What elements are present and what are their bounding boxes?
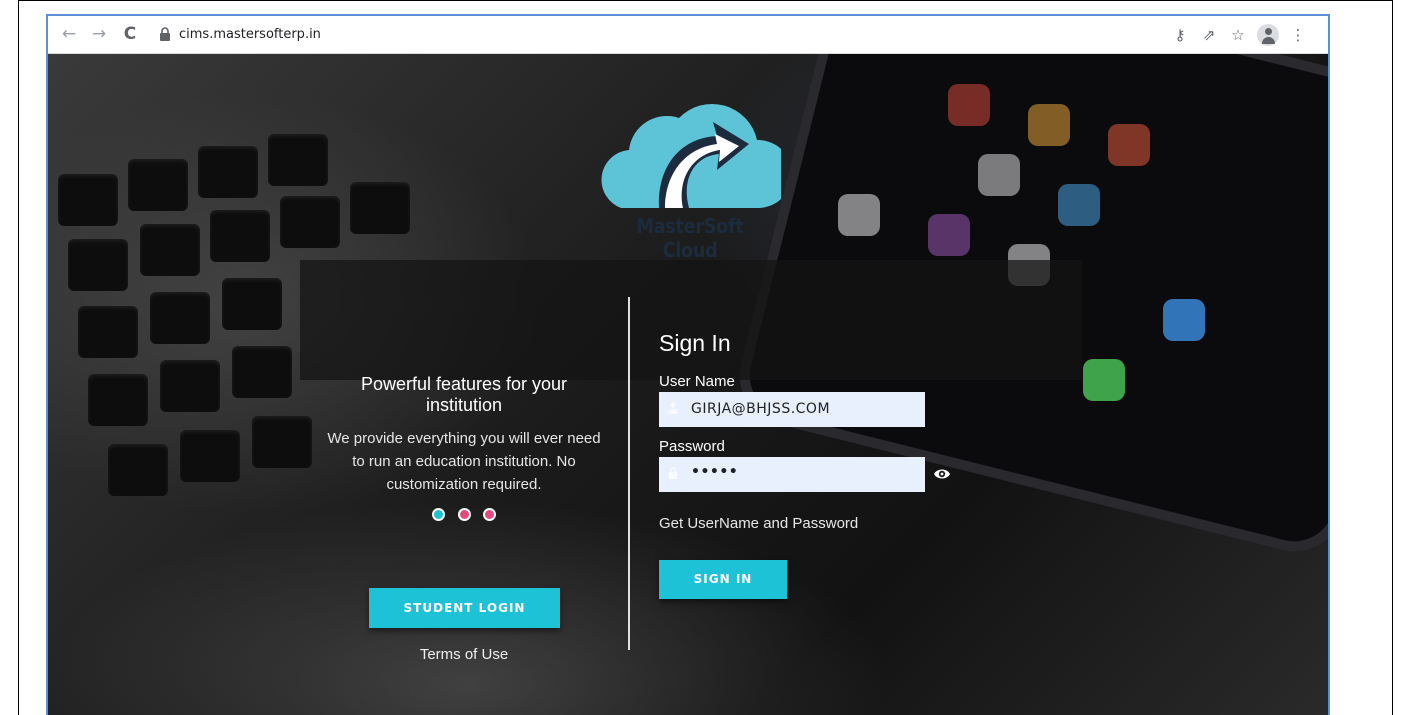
brand-name: MasterSoft Cloud — [636, 214, 744, 262]
panel-divider — [628, 297, 630, 650]
profile-avatar-icon[interactable] — [1257, 24, 1279, 46]
password-key-icon[interactable]: ⚷ — [1170, 25, 1190, 45]
back-icon[interactable]: ← — [60, 25, 78, 43]
document-frame-top — [18, 0, 1393, 1]
promo-headline: Powerful features for your institution — [360, 374, 568, 415]
bookmark-star-icon[interactable]: ☆ — [1228, 25, 1248, 45]
carousel-dots — [326, 508, 602, 522]
reload-icon[interactable]: C — [121, 25, 139, 43]
student-login-button[interactable]: STUDENT LOGIN — [369, 588, 560, 628]
carousel-dot-3[interactable] — [482, 508, 496, 521]
username-label: User Name — [659, 373, 735, 390]
browser-toolbar: ← → C cims.mastersofterp.in ⚷ ⇗ ☆ ⋮ — [48, 16, 1328, 54]
get-credentials-link[interactable]: Get UserName and Password — [659, 515, 858, 532]
document-frame-left — [18, 0, 19, 715]
address-bar[interactable]: cims.mastersofterp.in — [179, 27, 321, 42]
hero-overlay — [300, 260, 1082, 380]
carousel-dot-1[interactable] — [432, 508, 446, 521]
password-label: Password — [659, 438, 725, 455]
show-password-eye-icon[interactable] — [933, 467, 951, 481]
password-field[interactable]: ••••• — [659, 457, 925, 492]
forward-icon[interactable]: → — [90, 25, 108, 43]
lock-icon[interactable] — [159, 27, 171, 41]
username-value: GIRJA@BHJSS.COM — [691, 401, 831, 417]
signin-title: Sign In — [659, 330, 731, 356]
document-frame-right — [1392, 0, 1393, 715]
username-field[interactable]: GIRJA@BHJSS.COM — [659, 392, 925, 427]
promo-panel: Powerful features for your institution W… — [326, 374, 602, 663]
password-lock-icon — [668, 467, 678, 479]
terms-of-use-link[interactable]: Terms of Use — [326, 646, 602, 663]
password-value: ••••• — [691, 464, 739, 480]
page-viewport: MasterSoft Cloud Powerful features for y… — [48, 54, 1328, 715]
browser-window: ← → C cims.mastersofterp.in ⚷ ⇗ ☆ ⋮ Mast… — [46, 14, 1330, 715]
signin-panel: Sign In User Name GIRJA@BHJSS.COM Passwo… — [659, 330, 979, 599]
browser-menu-icon[interactable]: ⋮ — [1288, 25, 1308, 45]
carousel-dot-2[interactable] — [457, 508, 471, 521]
promo-description: We provide everything you will ever need… — [327, 430, 601, 493]
share-icon[interactable]: ⇗ — [1199, 25, 1219, 45]
sign-in-button[interactable]: SIGN IN — [659, 560, 787, 599]
user-icon — [668, 402, 678, 414]
